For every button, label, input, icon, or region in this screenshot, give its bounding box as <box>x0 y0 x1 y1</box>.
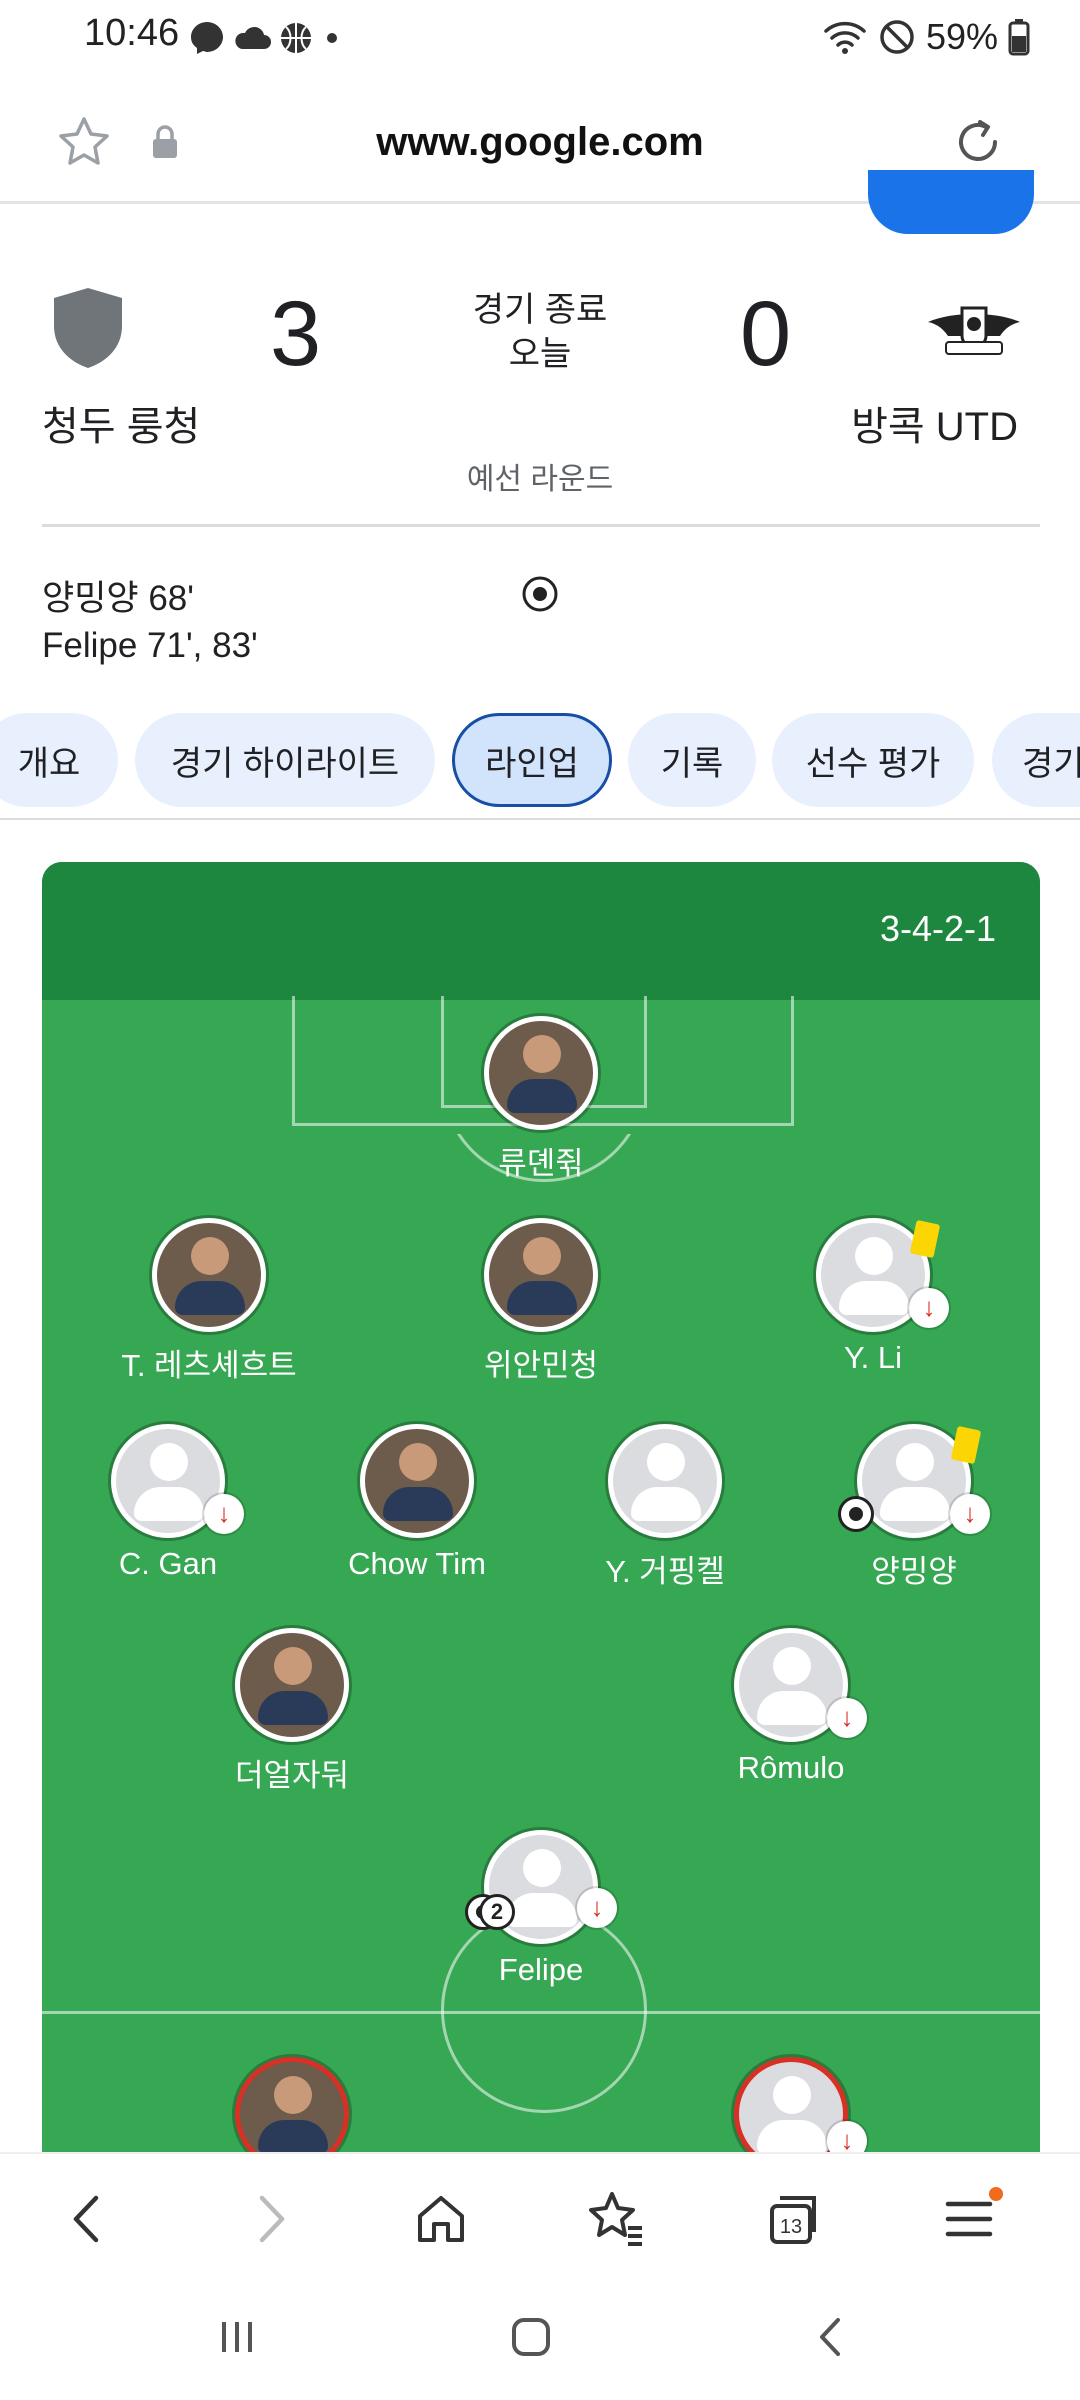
player-name: Felipe <box>498 1952 584 1987</box>
substitution-out-icon: ↓ <box>827 1698 867 1738</box>
player-card[interactable]: ↓ Rômulo <box>671 1628 911 1786</box>
goal-ball-icon <box>838 1496 874 1532</box>
substitution-out-icon: ↓ <box>827 2121 867 2152</box>
substitution-out-icon: ↓ <box>204 1494 244 1534</box>
recent-apps-icon[interactable] <box>212 2312 262 2362</box>
home-score: 3 <box>270 283 322 385</box>
basketball-icon <box>281 23 311 53</box>
do-not-disturb-icon <box>880 20 914 54</box>
player-photo <box>360 1424 474 1538</box>
substitution-out-icon: ↓ <box>577 1888 617 1928</box>
tabs-icon[interactable]: 13 <box>758 2184 828 2254</box>
soccer-ball-icon <box>522 576 558 612</box>
player-card[interactable]: T. 레츠셰흐트 <box>89 1218 329 1385</box>
player-card[interactable]: ↓ Y. Li <box>753 1218 993 1376</box>
tab-player-ratings[interactable]: 선수 평가 <box>772 713 974 807</box>
home-team-name[interactable]: 청두 룽청 <box>42 394 200 452</box>
tab-overview[interactable]: 개요 <box>0 713 118 807</box>
formation-label: 3-4-2-1 <box>879 908 996 949</box>
bookmarks-icon[interactable] <box>582 2184 652 2254</box>
messenger-icon <box>191 22 223 54</box>
player-card[interactable]: ↓ 2 Felipe <box>421 1830 661 1988</box>
home-team-shield-icon <box>54 288 122 368</box>
scoreboard-divider <box>42 524 1040 527</box>
scoreboard: 청두 룽청 3 경기 종료 오늘 0 방콕 UTD 예선 라운드 <box>0 204 1080 524</box>
url-text[interactable]: www.google.com <box>0 120 1080 165</box>
player-name: Y. 거핑켈 <box>605 1554 725 1589</box>
pitch-header: 3-4-2-1 <box>42 862 1040 1000</box>
player-name: Y. Li <box>843 1340 903 1375</box>
match-date: 오늘 <box>508 335 572 373</box>
tab-lineup[interactable]: 라인업 <box>452 713 612 807</box>
player-photo <box>152 1218 266 1332</box>
player-card[interactable]: 류뎬쥒 <box>421 1016 661 1183</box>
player-card[interactable]: ↓ C. Gan <box>48 1424 288 1582</box>
bangkok-united-logo-icon <box>928 306 1020 355</box>
status-right-icons: 59% <box>822 14 1030 60</box>
player-card[interactable] <box>172 2057 412 2152</box>
goal-count-badge: 2 <box>479 1894 515 1930</box>
player-photo <box>235 2057 349 2152</box>
battery-icon <box>1008 19 1030 56</box>
system-navigation-bar <box>0 2282 1080 2400</box>
player-name: C. Gan <box>118 1546 218 1581</box>
player-photo <box>484 1218 598 1332</box>
substitution-out-icon: ↓ <box>909 1288 949 1328</box>
player-name: 류뎬쥒 <box>498 1146 584 1181</box>
player-card[interactable]: 위안민청 <box>421 1218 661 1385</box>
player-card[interactable]: 더얼자둬 <box>172 1628 412 1795</box>
system-back-icon[interactable] <box>806 2312 856 2362</box>
back-icon[interactable] <box>54 2184 124 2254</box>
player-card[interactable]: ↓ 양밍양 <box>794 1424 1034 1591</box>
svg-text:13: 13 <box>780 2216 802 2238</box>
lineup-pitch: 3-4-2-1 류뎬쥒 T. 레츠셰흐트 위안민청 ↓ Y. Li ↓ C. G… <box>42 862 1040 2152</box>
player-photo <box>235 1628 349 1742</box>
player-card[interactable]: Chow Tim <box>297 1424 537 1582</box>
player-card[interactable]: Y. 거핑켈 <box>545 1424 785 1591</box>
menu-icon[interactable] <box>934 2184 1004 2254</box>
tab-highlights[interactable]: 경기 하이라이트 <box>135 713 435 807</box>
away-score: 0 <box>740 283 792 385</box>
status-time: 10:46 <box>84 12 180 54</box>
player-name: 위안민청 <box>483 1348 599 1383</box>
wifi-icon <box>824 21 866 54</box>
player-name: 더얼자둬 <box>234 1758 350 1793</box>
yellow-card-icon <box>909 1219 941 1259</box>
system-home-icon[interactable] <box>506 2312 556 2362</box>
substitution-out-icon: ↓ <box>950 1494 990 1534</box>
player-name: T. 레츠셰흐트 <box>121 1348 297 1383</box>
home-icon[interactable] <box>406 2184 476 2254</box>
status-bar: 10:46 59% <box>0 0 1080 78</box>
player-name: 양밍양 <box>871 1554 957 1589</box>
player-name: Rômulo <box>737 1750 845 1785</box>
match-round: 예선 라운드 <box>466 463 614 496</box>
player-placeholder-avatar-icon <box>608 1424 722 1538</box>
player-card[interactable]: ↓ <box>671 2057 911 2152</box>
player-name: Chow Tim <box>348 1546 486 1581</box>
forward-icon[interactable] <box>234 2184 304 2254</box>
yellow-card-icon <box>950 1425 982 1465</box>
status-left-icons <box>188 18 344 58</box>
tab-matches[interactable]: 경기 <box>992 713 1080 807</box>
cloud-icon <box>235 26 271 49</box>
dot-icon <box>327 33 337 43</box>
match-status: 경기 종료 <box>472 291 608 329</box>
player-photo <box>484 1016 598 1130</box>
tabs-divider <box>0 818 1080 820</box>
browser-toolbar: 13 <box>0 2152 1080 2282</box>
away-team-name[interactable]: 방콕 UTD <box>851 394 1018 452</box>
reload-icon[interactable] <box>950 114 1006 170</box>
scorer-home-1: 양밍양 68' <box>42 579 194 618</box>
scorer-home-2: Felipe 71', 83' <box>42 626 258 665</box>
tab-stats[interactable]: 기록 <box>628 713 756 807</box>
battery-percent: 59% <box>925 16 998 57</box>
